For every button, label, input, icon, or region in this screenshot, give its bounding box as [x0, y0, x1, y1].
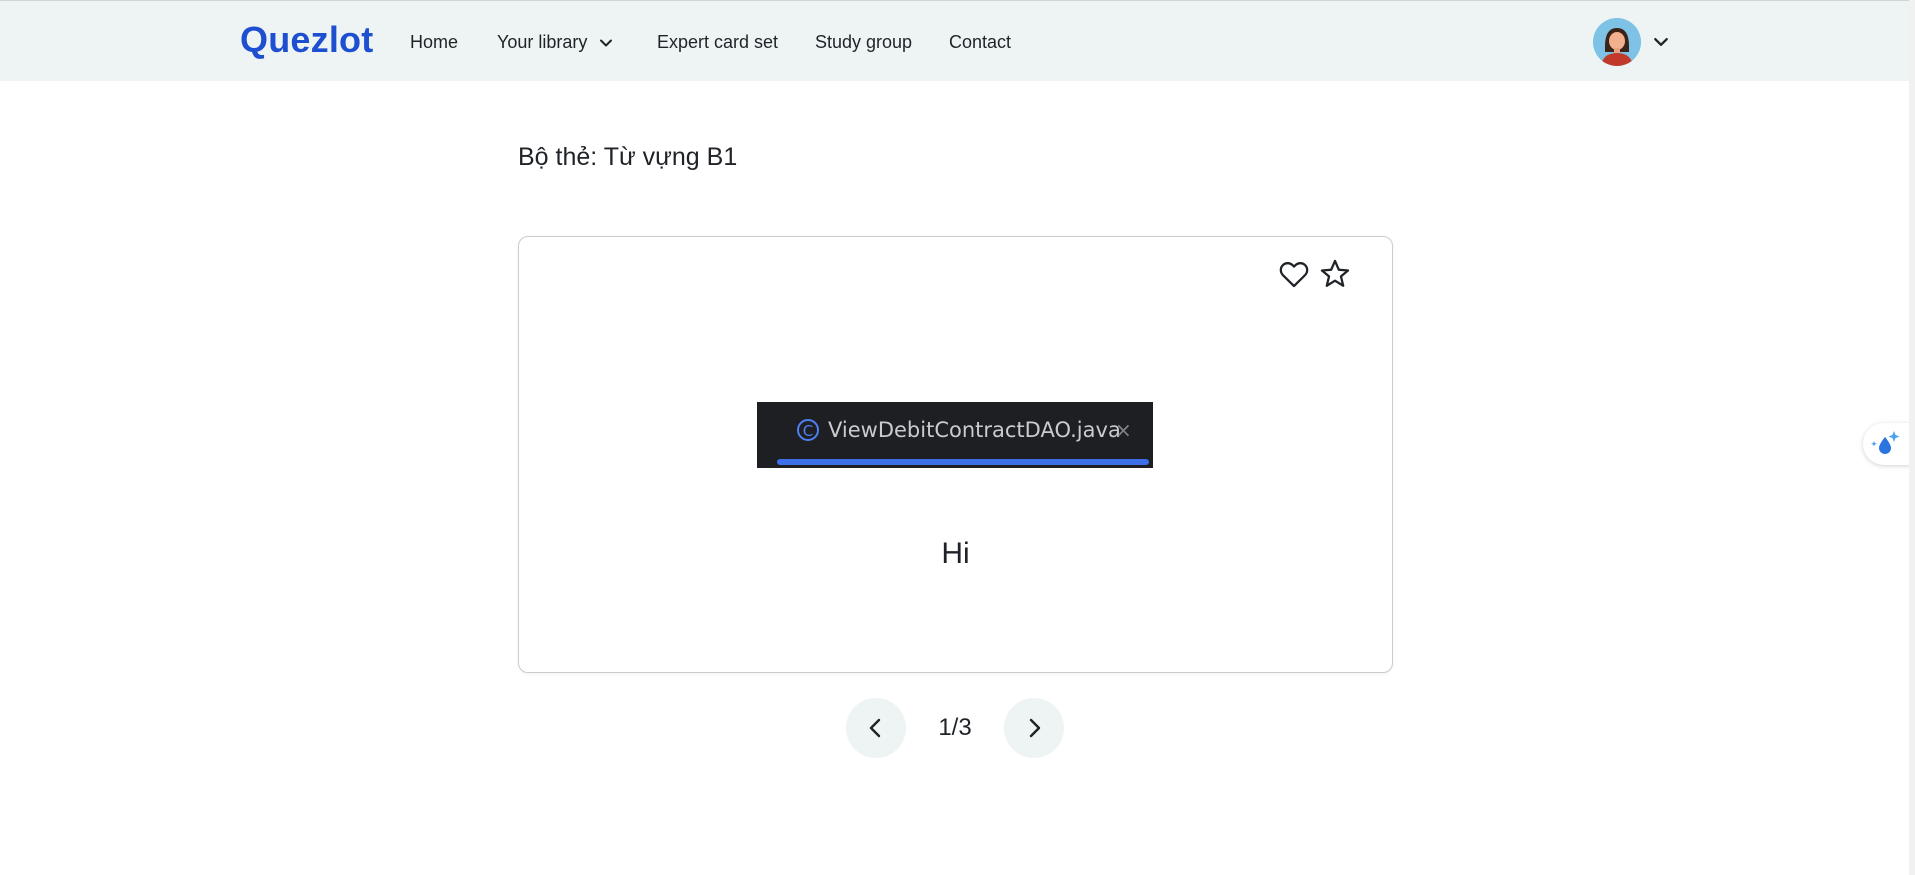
chevron-right-icon: [1029, 718, 1041, 738]
nav-contact[interactable]: Contact: [949, 32, 1011, 53]
close-icon: ×: [1115, 418, 1132, 442]
top-navbar: Quezlot Home Your library Expert card se…: [0, 0, 1915, 81]
heart-icon[interactable]: [1277, 257, 1311, 291]
flashcard[interactable]: C ViewDebitContractDAO.java × Hi: [518, 236, 1393, 673]
floating-assistant-button[interactable]: [1863, 423, 1915, 465]
previous-card-button[interactable]: [846, 698, 906, 758]
page-title: Bộ thẻ: Từ vựng B1: [518, 143, 738, 171]
file-name-text: ViewDebitContractDAO.java: [828, 418, 1121, 442]
card-counter: 1/3: [938, 714, 972, 741]
brand-logo[interactable]: Quezlot: [240, 19, 373, 61]
nav-your-library-label: Your library: [497, 32, 588, 52]
chevron-down-icon: [600, 39, 613, 46]
editor-tab: C ViewDebitContractDAO.java: [797, 418, 1121, 442]
card-image: C ViewDebitContractDAO.java ×: [757, 402, 1153, 468]
star-icon[interactable]: [1318, 257, 1352, 291]
avatar[interactable]: [1593, 18, 1641, 66]
nav-home[interactable]: Home: [410, 32, 458, 53]
nav-expert-card-set[interactable]: Expert card set: [657, 32, 778, 53]
nav-study-group[interactable]: Study group: [815, 32, 912, 53]
next-card-button[interactable]: [1004, 698, 1064, 758]
card-term-text: Hi: [941, 537, 970, 570]
chevron-down-icon[interactable]: [1653, 34, 1669, 50]
tab-active-underline: [777, 459, 1149, 465]
sparkle-drop-icon: [1871, 431, 1900, 454]
card-pager: 1/3: [846, 698, 1064, 758]
nav-your-library[interactable]: Your library: [497, 32, 613, 53]
java-class-icon: C: [797, 419, 819, 441]
avatar-woman-icon: [1593, 18, 1641, 66]
chevron-left-icon: [869, 718, 881, 738]
scrollbar[interactable]: [1909, 0, 1915, 875]
user-menu[interactable]: [1593, 18, 1669, 66]
